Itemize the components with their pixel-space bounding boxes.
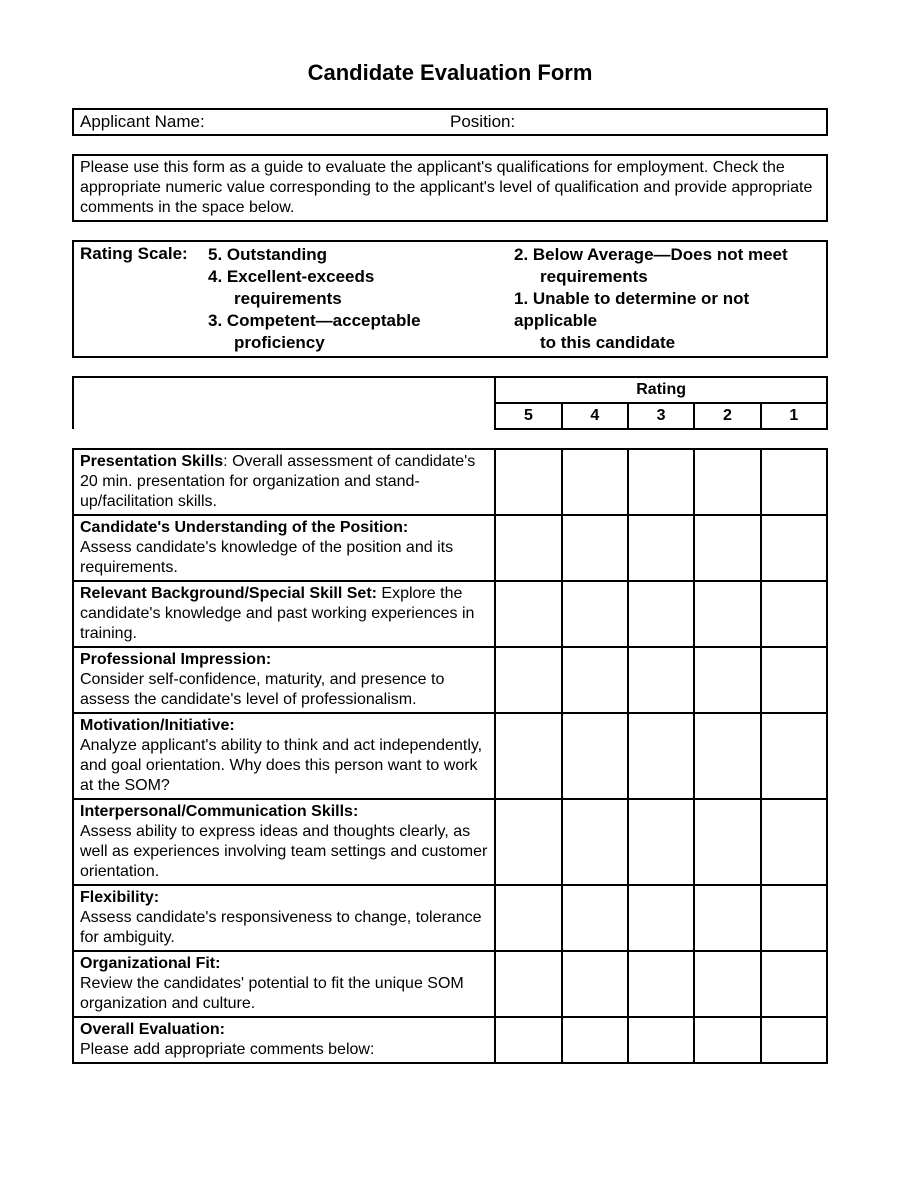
rating-cell[interactable] xyxy=(761,1017,827,1063)
criterion-desc: Motivation/Initiative:Analyze applicant'… xyxy=(73,713,495,799)
rating-cell[interactable] xyxy=(694,449,760,515)
rating-cell[interactable] xyxy=(694,799,760,885)
criterion-desc: Flexibility:Assess candidate's responsiv… xyxy=(73,885,495,951)
rating-cell[interactable] xyxy=(562,1017,628,1063)
rating-cell[interactable] xyxy=(495,951,561,1017)
rating-cell[interactable] xyxy=(562,581,628,647)
rating-cell[interactable] xyxy=(761,799,827,885)
rating-cell[interactable] xyxy=(761,449,827,515)
table-row: Candidate's Understanding of the Positio… xyxy=(73,515,827,581)
rating-cell[interactable] xyxy=(628,449,694,515)
rating-cell[interactable] xyxy=(694,951,760,1017)
rating-cell[interactable] xyxy=(628,647,694,713)
criteria-table: Presentation Skills: Overall assessment … xyxy=(72,448,828,1064)
rating-cell[interactable] xyxy=(628,515,694,581)
rating-scale-label: Rating Scale: xyxy=(80,244,208,354)
rating-cell[interactable] xyxy=(628,1017,694,1063)
rating-cell[interactable] xyxy=(495,581,561,647)
scale-1: 1. Unable to determine or not applicable xyxy=(514,288,812,332)
col-3: 3 xyxy=(628,403,694,429)
rating-header: Rating xyxy=(495,377,827,403)
col-5: 5 xyxy=(495,403,561,429)
blank-header xyxy=(73,377,495,429)
rating-cell[interactable] xyxy=(562,449,628,515)
form-title: Candidate Evaluation Form xyxy=(72,60,828,86)
rating-cell[interactable] xyxy=(495,885,561,951)
scale-3: 3. Competent—acceptable xyxy=(208,310,506,332)
rating-cell[interactable] xyxy=(562,799,628,885)
criterion-desc: Organizational Fit:Review the candidates… xyxy=(73,951,495,1017)
criterion-desc: Interpersonal/Communication Skills:Asses… xyxy=(73,799,495,885)
rating-cell[interactable] xyxy=(694,515,760,581)
table-row: Organizational Fit:Review the candidates… xyxy=(73,951,827,1017)
rating-cell[interactable] xyxy=(761,515,827,581)
instructions-text: Please use this form as a guide to evalu… xyxy=(72,154,828,222)
rating-cell[interactable] xyxy=(761,885,827,951)
table-row: Presentation Skills: Overall assessment … xyxy=(73,449,827,515)
scale-1-cont: to this candidate xyxy=(514,332,812,354)
rating-cell[interactable] xyxy=(628,885,694,951)
scale-col-left: 5. Outstanding 4. Excellent-exceeds requ… xyxy=(208,244,514,354)
rating-scale-box: Rating Scale: 5. Outstanding 4. Excellen… xyxy=(72,240,828,358)
rating-cell[interactable] xyxy=(694,647,760,713)
table-row: Flexibility:Assess candidate's responsiv… xyxy=(73,885,827,951)
rating-cell[interactable] xyxy=(562,713,628,799)
col-4: 4 xyxy=(562,403,628,429)
rating-cell[interactable] xyxy=(495,799,561,885)
rating-cell[interactable] xyxy=(562,885,628,951)
rating-cell[interactable] xyxy=(562,647,628,713)
criterion-desc: Candidate's Understanding of the Positio… xyxy=(73,515,495,581)
form-page: Candidate Evaluation Form Applicant Name… xyxy=(0,0,900,1200)
criterion-desc: Overall Evaluation:Please add appropriat… xyxy=(73,1017,495,1063)
table-row: Motivation/Initiative:Analyze applicant'… xyxy=(73,713,827,799)
rating-cell[interactable] xyxy=(495,449,561,515)
rating-cell[interactable] xyxy=(628,581,694,647)
rating-header-table: Rating 5 4 3 2 1 xyxy=(72,376,828,430)
position-label[interactable]: Position: xyxy=(450,112,820,132)
rating-cell[interactable] xyxy=(761,951,827,1017)
name-position-row: Applicant Name: Position: xyxy=(72,108,828,136)
scale-4: 4. Excellent-exceeds xyxy=(208,266,506,288)
col-2: 2 xyxy=(694,403,760,429)
rating-cell[interactable] xyxy=(562,515,628,581)
rating-cell[interactable] xyxy=(562,951,628,1017)
rating-cell[interactable] xyxy=(495,1017,561,1063)
scale-2-cont: requirements xyxy=(514,266,812,288)
scale-3-cont: proficiency xyxy=(208,332,506,354)
table-row: Overall Evaluation:Please add appropriat… xyxy=(73,1017,827,1063)
rating-cell[interactable] xyxy=(495,515,561,581)
table-row: Interpersonal/Communication Skills:Asses… xyxy=(73,799,827,885)
rating-cell[interactable] xyxy=(694,713,760,799)
rating-cell[interactable] xyxy=(761,713,827,799)
scale-col-right: 2. Below Average—Does not meet requireme… xyxy=(514,244,820,354)
criterion-desc: Professional Impression:Consider self-co… xyxy=(73,647,495,713)
col-1: 1 xyxy=(761,403,827,429)
table-row: Relevant Background/Special Skill Set: E… xyxy=(73,581,827,647)
criterion-desc: Presentation Skills: Overall assessment … xyxy=(73,449,495,515)
rating-cell[interactable] xyxy=(694,885,760,951)
rating-cell[interactable] xyxy=(694,1017,760,1063)
criterion-desc: Relevant Background/Special Skill Set: E… xyxy=(73,581,495,647)
rating-cell[interactable] xyxy=(761,647,827,713)
scale-4-cont: requirements xyxy=(208,288,506,310)
scale-2: 2. Below Average—Does not meet xyxy=(514,244,812,266)
rating-cell[interactable] xyxy=(628,713,694,799)
rating-cell[interactable] xyxy=(495,713,561,799)
rating-cell[interactable] xyxy=(628,951,694,1017)
scale-5: 5. Outstanding xyxy=(208,244,506,266)
applicant-name-label[interactable]: Applicant Name: xyxy=(80,112,450,132)
rating-cell[interactable] xyxy=(761,581,827,647)
rating-cell[interactable] xyxy=(628,799,694,885)
rating-cell[interactable] xyxy=(694,581,760,647)
rating-cell[interactable] xyxy=(495,647,561,713)
table-row: Professional Impression:Consider self-co… xyxy=(73,647,827,713)
